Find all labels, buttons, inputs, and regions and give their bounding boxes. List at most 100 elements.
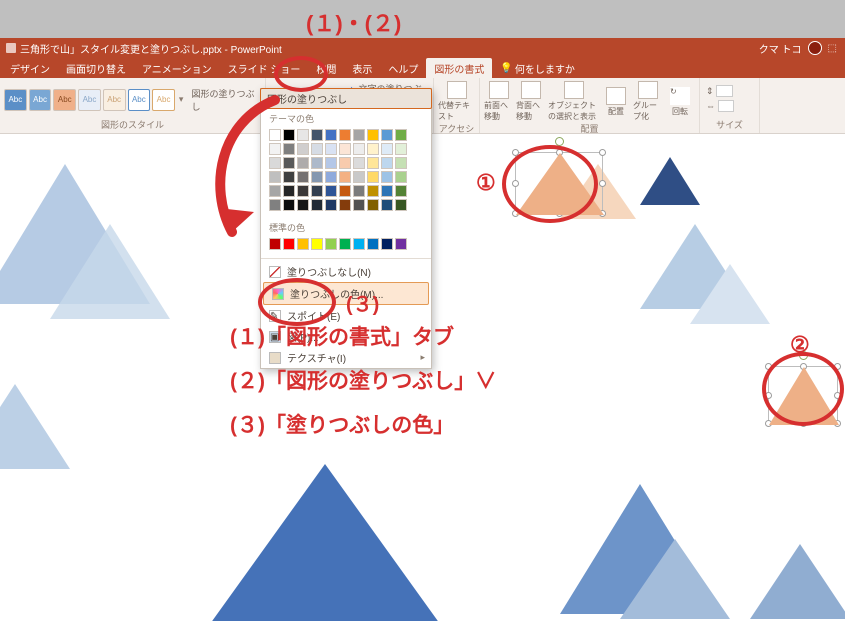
shape-style-4[interactable]: Abc <box>78 89 101 111</box>
color-swatch[interactable] <box>339 171 351 183</box>
color-swatch[interactable] <box>395 129 407 141</box>
color-swatch[interactable] <box>395 199 407 211</box>
alt-text-button[interactable]: 代替テキスト <box>438 81 475 122</box>
color-swatch[interactable] <box>297 143 309 155</box>
color-swatch[interactable] <box>353 171 365 183</box>
color-swatch[interactable] <box>297 157 309 169</box>
selected-shape-triangle[interactable] <box>769 367 839 425</box>
color-swatch[interactable] <box>381 185 393 197</box>
color-swatch[interactable] <box>325 238 337 250</box>
color-swatch[interactable] <box>283 238 295 250</box>
color-swatch[interactable] <box>311 129 323 141</box>
color-swatch[interactable] <box>325 129 337 141</box>
tab-transitions[interactable]: 画面切り替え <box>58 58 134 79</box>
color-swatch[interactable] <box>311 185 323 197</box>
color-swatch[interactable] <box>283 157 295 169</box>
color-swatch[interactable] <box>367 143 379 155</box>
color-swatch[interactable] <box>353 129 365 141</box>
color-swatch[interactable] <box>283 185 295 197</box>
color-swatch[interactable] <box>381 129 393 141</box>
shape-style-6[interactable]: Abc <box>128 89 151 111</box>
color-swatch[interactable] <box>283 129 295 141</box>
color-swatch[interactable] <box>311 157 323 169</box>
color-swatch[interactable] <box>283 199 295 211</box>
color-swatch[interactable] <box>381 199 393 211</box>
send-backward-button[interactable]: 背面へ移動 <box>516 81 546 122</box>
shape-style-5[interactable]: Abc <box>103 89 126 111</box>
color-swatch[interactable] <box>353 143 365 155</box>
color-swatch[interactable] <box>325 199 337 211</box>
color-swatch[interactable] <box>297 185 309 197</box>
tab-animations[interactable]: アニメーション <box>134 58 220 79</box>
tab-slideshow[interactable]: スライド ショー <box>220 58 309 79</box>
tab-review[interactable]: 校閲 <box>308 58 344 79</box>
shape-selection-1[interactable] <box>515 152 603 214</box>
color-swatch[interactable] <box>325 157 337 169</box>
ribbon-options-icon[interactable]: ⬚ <box>828 43 837 54</box>
color-swatch[interactable] <box>395 157 407 169</box>
color-swatch[interactable] <box>339 238 351 250</box>
color-swatch[interactable] <box>353 199 365 211</box>
color-swatch[interactable] <box>269 157 281 169</box>
avatar[interactable] <box>808 41 822 55</box>
color-swatch[interactable] <box>269 129 281 141</box>
color-swatch[interactable] <box>381 143 393 155</box>
color-swatch[interactable] <box>353 238 365 250</box>
color-swatch[interactable] <box>339 143 351 155</box>
color-swatch[interactable] <box>269 143 281 155</box>
color-swatch[interactable] <box>395 238 407 250</box>
color-swatch[interactable] <box>367 238 379 250</box>
width-field[interactable]: ⇔ <box>704 100 736 112</box>
color-swatch[interactable] <box>381 157 393 169</box>
no-fill-item[interactable]: 塗りつぶしなし(N) <box>261 261 431 282</box>
shape-style-7[interactable]: Abc <box>152 89 175 111</box>
shape-style-3[interactable]: Abc <box>53 89 76 111</box>
tab-help[interactable]: ヘルプ <box>380 58 426 79</box>
color-swatch[interactable] <box>325 143 337 155</box>
color-swatch[interactable] <box>367 171 379 183</box>
rotate-button[interactable]: ↻回転 <box>665 87 695 117</box>
tab-shape-format[interactable]: 図形の書式 <box>426 58 492 79</box>
shape-fill-button[interactable]: 図形の塗りつぶし <box>189 86 261 114</box>
color-swatch[interactable] <box>339 185 351 197</box>
tab-view[interactable]: 表示 <box>344 58 380 79</box>
color-swatch[interactable] <box>269 185 281 197</box>
rotate-handle[interactable] <box>555 137 564 146</box>
color-swatch[interactable] <box>367 157 379 169</box>
color-swatch[interactable] <box>297 171 309 183</box>
group-button[interactable]: グループ化 <box>633 81 663 122</box>
shape-selection-2[interactable] <box>768 366 838 424</box>
color-swatch[interactable] <box>395 143 407 155</box>
color-swatch[interactable] <box>269 171 281 183</box>
tab-design[interactable]: デザイン <box>2 58 58 79</box>
color-swatch[interactable] <box>311 199 323 211</box>
bring-forward-button[interactable]: 前面へ移動 <box>484 81 514 122</box>
color-swatch[interactable] <box>381 171 393 183</box>
color-swatch[interactable] <box>339 129 351 141</box>
color-swatch[interactable] <box>325 185 337 197</box>
color-swatch[interactable] <box>269 199 281 211</box>
selected-shape-triangle[interactable] <box>516 153 604 215</box>
color-swatch[interactable] <box>395 185 407 197</box>
height-field[interactable]: ⇕ <box>704 85 735 98</box>
color-swatch[interactable] <box>325 171 337 183</box>
tell-me[interactable]: 何をしますか <box>513 58 583 79</box>
color-swatch[interactable] <box>339 199 351 211</box>
color-swatch[interactable] <box>311 143 323 155</box>
color-swatch[interactable] <box>311 171 323 183</box>
color-swatch[interactable] <box>269 238 281 250</box>
color-swatch[interactable] <box>283 143 295 155</box>
selection-pane-button[interactable]: オブジェクトの選択と表示 <box>548 81 599 122</box>
style-gallery-more-icon[interactable]: ▾ <box>177 94 186 105</box>
color-swatch[interactable] <box>353 157 365 169</box>
align-button[interactable]: 配置 <box>601 87 631 117</box>
color-swatch[interactable] <box>297 238 309 250</box>
color-swatch[interactable] <box>339 157 351 169</box>
color-swatch[interactable] <box>395 171 407 183</box>
color-swatch[interactable] <box>353 185 365 197</box>
color-swatch[interactable] <box>297 199 309 211</box>
color-swatch[interactable] <box>367 185 379 197</box>
color-swatch[interactable] <box>311 238 323 250</box>
color-swatch[interactable] <box>367 199 379 211</box>
color-swatch[interactable] <box>297 129 309 141</box>
